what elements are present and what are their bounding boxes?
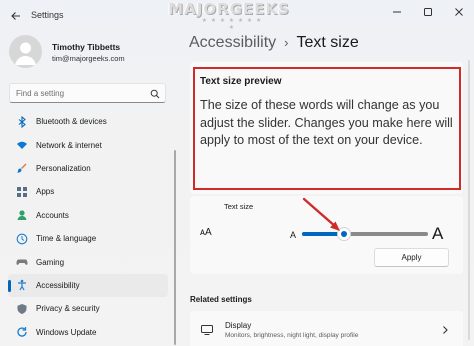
sidebar-item-network-internet[interactable]: Network & internet	[8, 133, 168, 156]
minimize-button[interactable]	[381, 0, 412, 24]
breadcrumb-parent[interactable]: Accessibility	[189, 34, 276, 51]
sidebar-item-personalization[interactable]: Personalization	[8, 157, 168, 180]
maximize-icon	[423, 8, 432, 16]
globe-clock-icon	[16, 233, 28, 245]
watermark-stars: ★ ★ ★ ★ ★ ★ ★ ★	[201, 18, 263, 31]
user-name: Timothy Tibbetts	[52, 42, 121, 52]
chevron-right-icon	[443, 326, 448, 334]
gamepad-icon	[16, 256, 28, 268]
sidebar-item-apps[interactable]: Apps	[8, 180, 168, 203]
settings-window: Settings MAJORGEEKS ★ ★ ★ ★ ★ ★ ★ ★ Timo…	[0, 0, 474, 346]
sidebar-item-label: Windows Update	[36, 327, 97, 337]
apps-icon	[16, 186, 28, 198]
sidebar-item-time-language[interactable]: Time & language	[8, 227, 168, 250]
person-icon	[16, 209, 28, 221]
breadcrumb-separator: ›	[284, 35, 289, 50]
slider-max-label: A	[432, 224, 444, 243]
update-icon	[16, 326, 28, 338]
sidebar-item-gaming[interactable]: Gaming	[8, 250, 168, 273]
monitor-icon	[201, 325, 213, 335]
sidebar-item-label: Time & language	[36, 234, 97, 244]
page-title: Text size	[296, 34, 359, 51]
minimize-icon	[392, 11, 401, 13]
search-icon[interactable]	[150, 89, 160, 99]
wifi-icon	[16, 139, 28, 151]
sidebar-item-accounts[interactable]: Accounts	[8, 204, 168, 227]
window-controls	[381, 0, 474, 24]
slider-min-label: A	[290, 230, 297, 240]
sidebar-item-label: Accounts	[36, 210, 69, 220]
close-button[interactable]	[443, 0, 474, 24]
app-title: Settings	[31, 10, 64, 20]
sidebar-item-label: Privacy & security	[36, 304, 100, 314]
breadcrumb: Accessibility › Text size	[189, 34, 359, 52]
search-input[interactable]	[16, 87, 146, 100]
sidebar-item-label: Apps	[36, 187, 55, 197]
sidebar-item-label: Accessibility	[36, 280, 80, 290]
sidebar-item-label: Personalization	[36, 163, 91, 173]
sidebar-item-label: Bluetooth & devices	[36, 117, 107, 127]
sidebar-scrollbar[interactable]	[174, 150, 176, 345]
related-settings-heading: Related settings	[190, 295, 252, 304]
main-scrollbar[interactable]	[468, 60, 470, 340]
preview-text: The size of these words will change as y…	[200, 98, 453, 148]
maximize-button[interactable]	[412, 0, 443, 24]
search-box[interactable]	[9, 83, 166, 103]
sidebar-item-windows-update[interactable]: Windows Update	[8, 321, 168, 344]
back-arrow-icon[interactable]	[10, 10, 22, 22]
sidebar-item-bluetooth-devices[interactable]: Bluetooth & devices	[8, 110, 168, 133]
display-description: Monitors, brightness, night light, displ…	[225, 332, 359, 339]
sidebar-item-label: Gaming	[36, 257, 65, 267]
annotation-arrow	[302, 197, 340, 231]
accessibility-icon	[16, 279, 28, 291]
brush-icon	[16, 162, 28, 174]
preview-title: Text size preview	[200, 76, 282, 87]
close-icon	[454, 8, 463, 16]
sidebar-nav: Bluetooth & devices Network & internet P…	[8, 110, 168, 344]
sidebar-item-privacy-security[interactable]: Privacy & security	[8, 297, 168, 320]
text-size-label: Text size	[224, 202, 254, 211]
sidebar-item-accessibility[interactable]: Accessibility	[8, 273, 168, 298]
display-title: Display	[225, 321, 252, 330]
bluetooth-icon	[16, 115, 28, 128]
user-profile[interactable]: Timothy Tibbetts tim@majorgeeks.com	[9, 35, 169, 69]
sidebar-item-label: Network & internet	[36, 140, 102, 150]
shield-icon	[16, 303, 28, 315]
text-size-icon: ᴀA	[200, 227, 212, 238]
avatar	[9, 35, 42, 68]
person-avatar-icon	[15, 42, 36, 65]
user-email: tim@majorgeeks.com	[52, 54, 125, 63]
apply-button[interactable]: Apply	[374, 248, 449, 267]
